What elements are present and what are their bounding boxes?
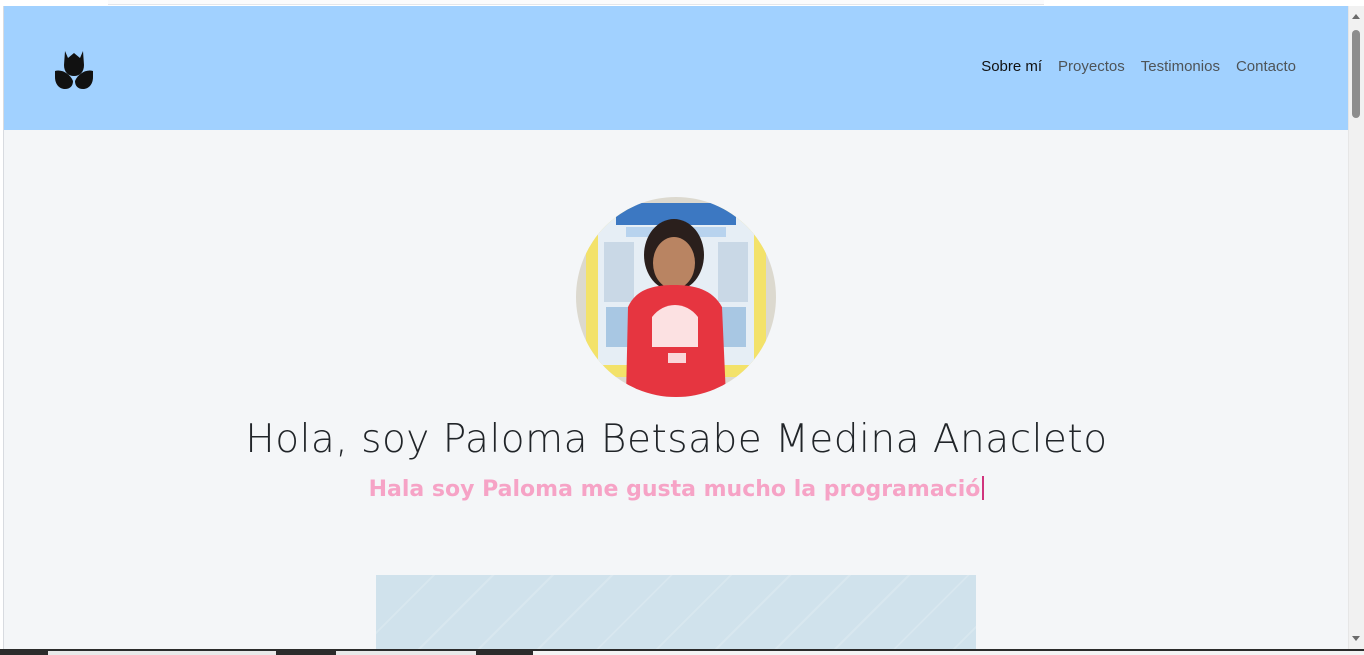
taskbar-item[interactable]: [336, 651, 476, 655]
profile-photo: [576, 197, 776, 397]
nav-menu: Sobre mí Proyectos Testimonios Contacto: [981, 58, 1296, 75]
page-scrollbar[interactable]: [1348, 6, 1364, 649]
nav-item-sobre-mi[interactable]: Sobre mí: [981, 58, 1042, 75]
browser-tab-line: [108, 0, 1044, 5]
hero-title: Hola, soy Paloma Betsabe Medina Anacleto: [245, 417, 1108, 462]
section-box: [376, 575, 976, 649]
nav-item-proyectos[interactable]: Proyectos: [1058, 58, 1125, 75]
scroll-thumb[interactable]: [1352, 30, 1360, 118]
typing-caret: [982, 476, 985, 500]
scroll-up-arrow-icon[interactable]: [1352, 14, 1360, 19]
navbar: Sobre mí Proyectos Testimonios Contacto: [4, 6, 1349, 130]
nav-item-contacto[interactable]: Contacto: [1236, 58, 1296, 75]
nav-item-testimonios[interactable]: Testimonios: [1141, 58, 1220, 75]
taskbar-item[interactable]: [533, 651, 1364, 655]
typing-subtitle: Hala soy Paloma me gusta mucho la progra…: [4, 476, 1349, 502]
tulip-logo-icon[interactable]: [54, 47, 94, 91]
taskbar-item[interactable]: [48, 651, 276, 655]
taskbar: [0, 649, 1364, 655]
scroll-down-arrow-icon[interactable]: [1352, 636, 1360, 641]
page-viewport: Sobre mí Proyectos Testimonios Contacto …: [3, 6, 1349, 649]
subtitle-text: Hala soy Paloma me gusta mucho la progra…: [368, 477, 981, 502]
